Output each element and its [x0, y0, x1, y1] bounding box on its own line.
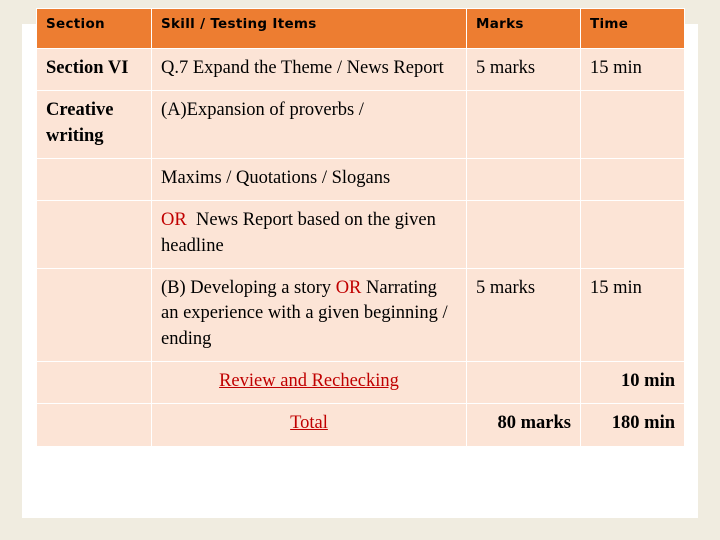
or-keyword: OR: [161, 210, 187, 231]
table-row: OR News Report based on the given headli…: [36, 200, 685, 270]
exam-pattern-table-wrapper: Section Skill / Testing Items Marks Time…: [36, 8, 685, 447]
cell-time: [580, 90, 685, 160]
review-and-rechecking-label: Review and Rechecking: [219, 371, 399, 392]
cell-skill: Q.7 Expand the Theme / News Report: [151, 47, 467, 92]
slide: Section Skill / Testing Items Marks Time…: [0, 0, 720, 540]
table-row: Maxims / Quotations / Slogans: [36, 158, 685, 202]
cell-section: Creative writing: [36, 90, 152, 160]
exam-pattern-table: Section Skill / Testing Items Marks Time…: [36, 8, 685, 447]
table-header: Section Skill / Testing Items Marks Time: [36, 8, 685, 49]
cell-section: [36, 268, 152, 363]
cell-marks: [466, 361, 581, 405]
cell-marks: [466, 90, 581, 160]
cell-skill: OR News Report based on the given headli…: [151, 200, 467, 270]
table-row: (B) Developing a story OR Narrating an e…: [36, 268, 685, 363]
cell-skill: Total: [151, 403, 467, 447]
cell-time: [580, 158, 685, 202]
cell-section: [36, 361, 152, 405]
cell-skill-text: News Report based on the given headline: [161, 210, 436, 256]
table-row: Review and Rechecking 10 min: [36, 361, 685, 405]
cell-marks: [466, 200, 581, 270]
or-keyword: OR: [335, 278, 362, 299]
cell-skill: Maxims / Quotations / Slogans: [151, 158, 467, 202]
cell-section: Section VI: [36, 47, 152, 92]
column-header-section: Section: [36, 8, 152, 49]
cell-time: [580, 200, 685, 270]
cell-marks: 5 marks: [466, 47, 581, 92]
cell-time: 15 min: [580, 47, 685, 92]
cell-time: 180 min: [580, 403, 685, 447]
table-row: Section VI Q.7 Expand the Theme / News R…: [36, 47, 685, 92]
cell-time: 15 min: [580, 268, 685, 363]
column-header-skill: Skill / Testing Items: [151, 8, 467, 49]
cell-section: [36, 403, 152, 447]
cell-section: [36, 158, 152, 202]
cell-marks: 80 marks: [466, 403, 581, 447]
cell-skill: (A)Expansion of proverbs /: [151, 90, 467, 160]
cell-time: 10 min: [580, 361, 685, 405]
table-body: Section VI Q.7 Expand the Theme / News R…: [36, 47, 685, 447]
cell-skill-text-pre: (B) Developing a story: [161, 278, 332, 299]
table-row: Creative writing (A)Expansion of proverb…: [36, 90, 685, 160]
table-row-total: Total 80 marks 180 min: [36, 403, 685, 447]
column-header-marks: Marks: [466, 8, 581, 49]
cell-marks: 5 marks: [466, 268, 581, 363]
cell-skill: Review and Rechecking: [151, 361, 467, 405]
table-header-row: Section Skill / Testing Items Marks Time: [36, 8, 685, 49]
total-label: Total: [290, 413, 328, 434]
cell-skill: (B) Developing a story OR Narrating an e…: [151, 268, 467, 363]
column-header-time: Time: [580, 8, 685, 49]
cell-section: [36, 200, 152, 270]
cell-marks: [466, 158, 581, 202]
